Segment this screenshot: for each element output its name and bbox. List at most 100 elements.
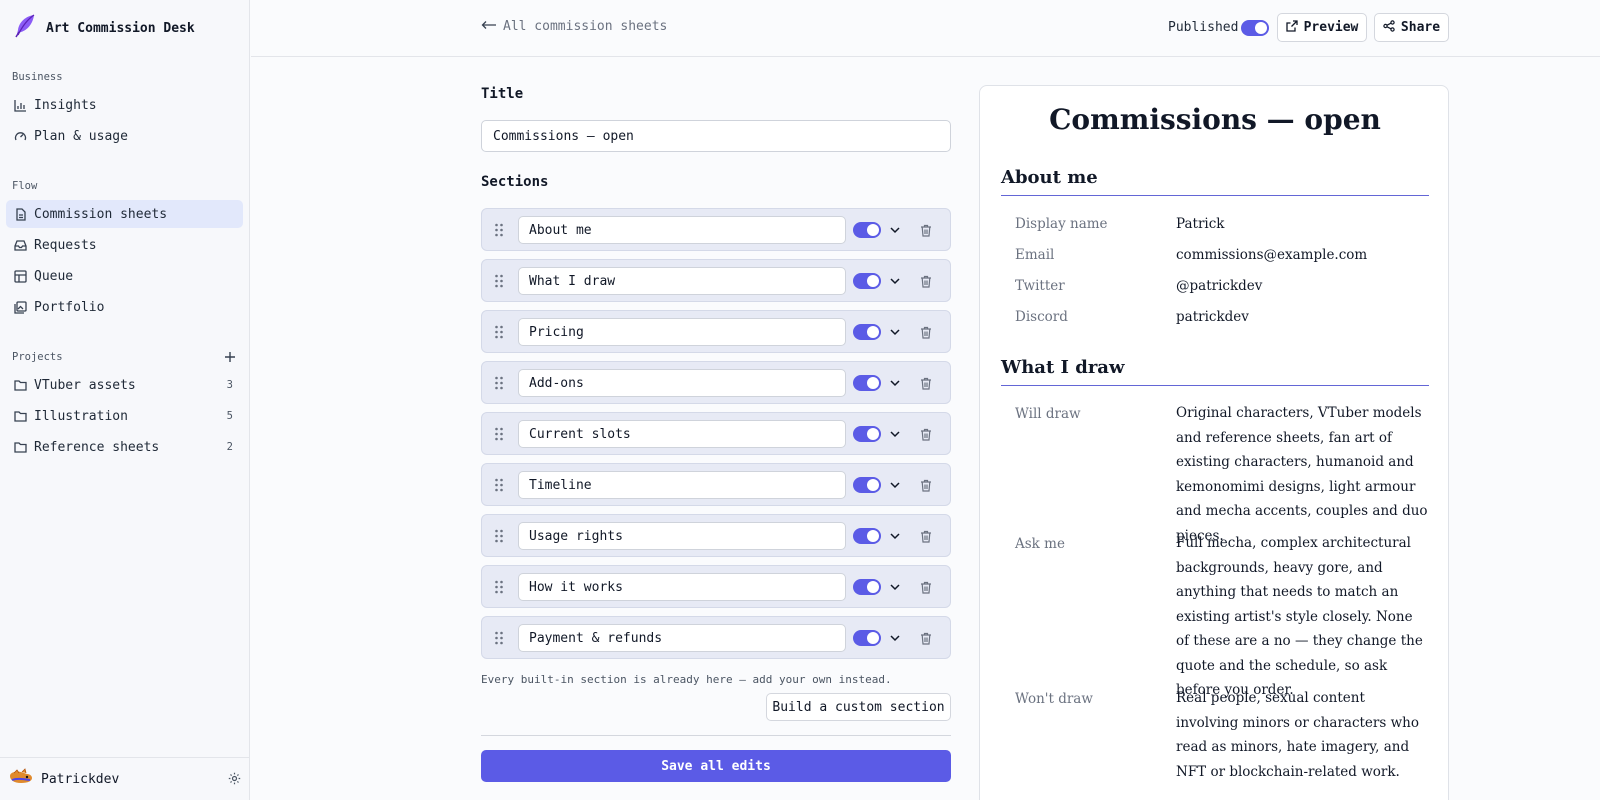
sidebar-item-commission-sheets[interactable]: Commission sheets	[6, 200, 243, 228]
field-key: Won't draw	[1015, 691, 1093, 707]
chevron-down-icon[interactable]	[887, 324, 903, 340]
drag-handle-icon[interactable]	[492, 630, 506, 646]
chevron-down-icon[interactable]	[887, 528, 903, 544]
trash-icon[interactable]	[918, 579, 934, 595]
section-visibility-toggle[interactable]	[853, 324, 881, 340]
chevron-down-icon[interactable]	[887, 222, 903, 238]
drag-handle-icon[interactable]	[492, 426, 506, 442]
trash-icon[interactable]	[918, 528, 934, 544]
section-name-input[interactable]	[518, 420, 846, 448]
drag-handle-icon[interactable]	[492, 528, 506, 544]
sidebar-item-label: Reference sheets	[34, 439, 160, 455]
plus-icon	[224, 348, 236, 367]
trash-icon[interactable]	[918, 477, 934, 493]
preview-heading-about: About me	[1001, 167, 1429, 196]
preview-button-label: Preview	[1303, 20, 1359, 35]
section-visibility-toggle[interactable]	[853, 375, 881, 391]
sidebar-item-project-illustration[interactable]: Illustration 5	[6, 402, 243, 430]
share-button[interactable]: Share	[1374, 13, 1449, 42]
section-name-input[interactable]	[518, 573, 846, 601]
section-name-input[interactable]	[518, 216, 846, 244]
trash-icon[interactable]	[918, 222, 934, 238]
sidebar-item-plan-usage[interactable]: Plan & usage	[6, 122, 243, 150]
gallery-icon	[13, 300, 27, 314]
section-row	[481, 616, 951, 659]
section-visibility-toggle[interactable]	[853, 477, 881, 493]
feather-logo-icon	[12, 13, 38, 43]
top-bar: All commission sheets Published Preview …	[251, 0, 1600, 57]
trash-icon[interactable]	[918, 630, 934, 646]
drag-handle-icon[interactable]	[492, 579, 506, 595]
gauge-icon	[13, 129, 27, 143]
chevron-down-icon[interactable]	[887, 426, 903, 442]
chevron-down-icon[interactable]	[887, 630, 903, 646]
drag-handle-icon[interactable]	[492, 324, 506, 340]
field-key: Ask me	[1015, 536, 1065, 552]
sheet-preview: Commissions — open About me Display name…	[979, 85, 1449, 800]
sidebar-item-label: VTuber assets	[34, 377, 136, 393]
sections-label: Sections	[481, 174, 549, 190]
published-toggle[interactable]	[1241, 20, 1269, 36]
section-label-projects: Projects	[12, 351, 63, 363]
brand[interactable]: Art Commission Desk	[12, 14, 195, 42]
chevron-down-icon[interactable]	[887, 477, 903, 493]
app-name: Art Commission Desk	[46, 20, 195, 36]
section-visibility-toggle[interactable]	[853, 579, 881, 595]
sidebar-item-queue[interactable]: Queue	[6, 262, 243, 290]
section-name-input[interactable]	[518, 522, 846, 550]
project-count: 3	[226, 379, 233, 391]
title-input[interactable]	[481, 120, 951, 152]
drag-handle-icon[interactable]	[492, 222, 506, 238]
section-name-input[interactable]	[518, 624, 846, 652]
field-key: Discord	[1015, 309, 1068, 325]
settings-button[interactable]	[226, 771, 242, 787]
drag-handle-icon[interactable]	[492, 375, 506, 391]
sidebar-item-label: Queue	[34, 268, 74, 284]
section-name-input[interactable]	[518, 267, 846, 295]
sections-hint: Every built-in section is already here —…	[481, 673, 892, 686]
user-footer[interactable]: Patrickdev	[0, 757, 250, 800]
chevron-down-icon[interactable]	[887, 579, 903, 595]
drag-handle-icon[interactable]	[492, 477, 506, 493]
section-row	[481, 259, 951, 302]
build-custom-section-button[interactable]: Build a custom section	[766, 693, 951, 721]
divider	[481, 735, 951, 736]
section-visibility-toggle[interactable]	[853, 528, 881, 544]
section-visibility-toggle[interactable]	[853, 426, 881, 442]
sidebar-item-insights[interactable]: Insights	[6, 91, 243, 119]
drag-handle-icon[interactable]	[492, 273, 506, 289]
section-name-input[interactable]	[518, 369, 846, 397]
project-count: 2	[226, 441, 233, 453]
chevron-down-icon[interactable]	[887, 375, 903, 391]
field-value: @patrickdev	[1176, 278, 1263, 294]
sidebar-item-requests[interactable]: Requests	[6, 231, 243, 259]
trash-icon[interactable]	[918, 273, 934, 289]
section-name-input[interactable]	[518, 318, 846, 346]
field-value: Full mecha, complex architectural backgr…	[1176, 535, 1423, 698]
section-visibility-toggle[interactable]	[853, 273, 881, 289]
trash-icon[interactable]	[918, 375, 934, 391]
sidebar-item-label: Illustration	[34, 408, 128, 424]
chevron-down-icon[interactable]	[887, 273, 903, 289]
trash-icon[interactable]	[918, 324, 934, 340]
section-name-input[interactable]	[518, 471, 846, 499]
field-key: Display name	[1015, 216, 1108, 232]
section-visibility-toggle[interactable]	[853, 630, 881, 646]
folder-icon	[13, 409, 27, 423]
preview-button[interactable]: Preview	[1277, 13, 1367, 42]
back-link-label: All commission sheets	[503, 19, 668, 34]
back-link[interactable]: All commission sheets	[481, 19, 667, 34]
sidebar-item-project-vtuber-assets[interactable]: VTuber assets 3	[6, 371, 243, 399]
add-project-button[interactable]	[222, 349, 238, 365]
section-visibility-toggle[interactable]	[853, 222, 881, 238]
sidebar-item-project-reference-sheets[interactable]: Reference sheets 2	[6, 433, 243, 461]
sidebar-item-portfolio[interactable]: Portfolio	[6, 293, 243, 321]
trash-icon[interactable]	[918, 426, 934, 442]
section-label-business: Business	[12, 71, 63, 83]
sidebar-item-label: Commission sheets	[34, 206, 168, 222]
save-all-edits-button[interactable]: Save all edits	[481, 750, 951, 782]
section-label-flow: Flow	[12, 180, 38, 192]
preview-heading-draw: What I draw	[1001, 357, 1429, 386]
section-row	[481, 310, 951, 353]
section-row	[481, 463, 951, 506]
